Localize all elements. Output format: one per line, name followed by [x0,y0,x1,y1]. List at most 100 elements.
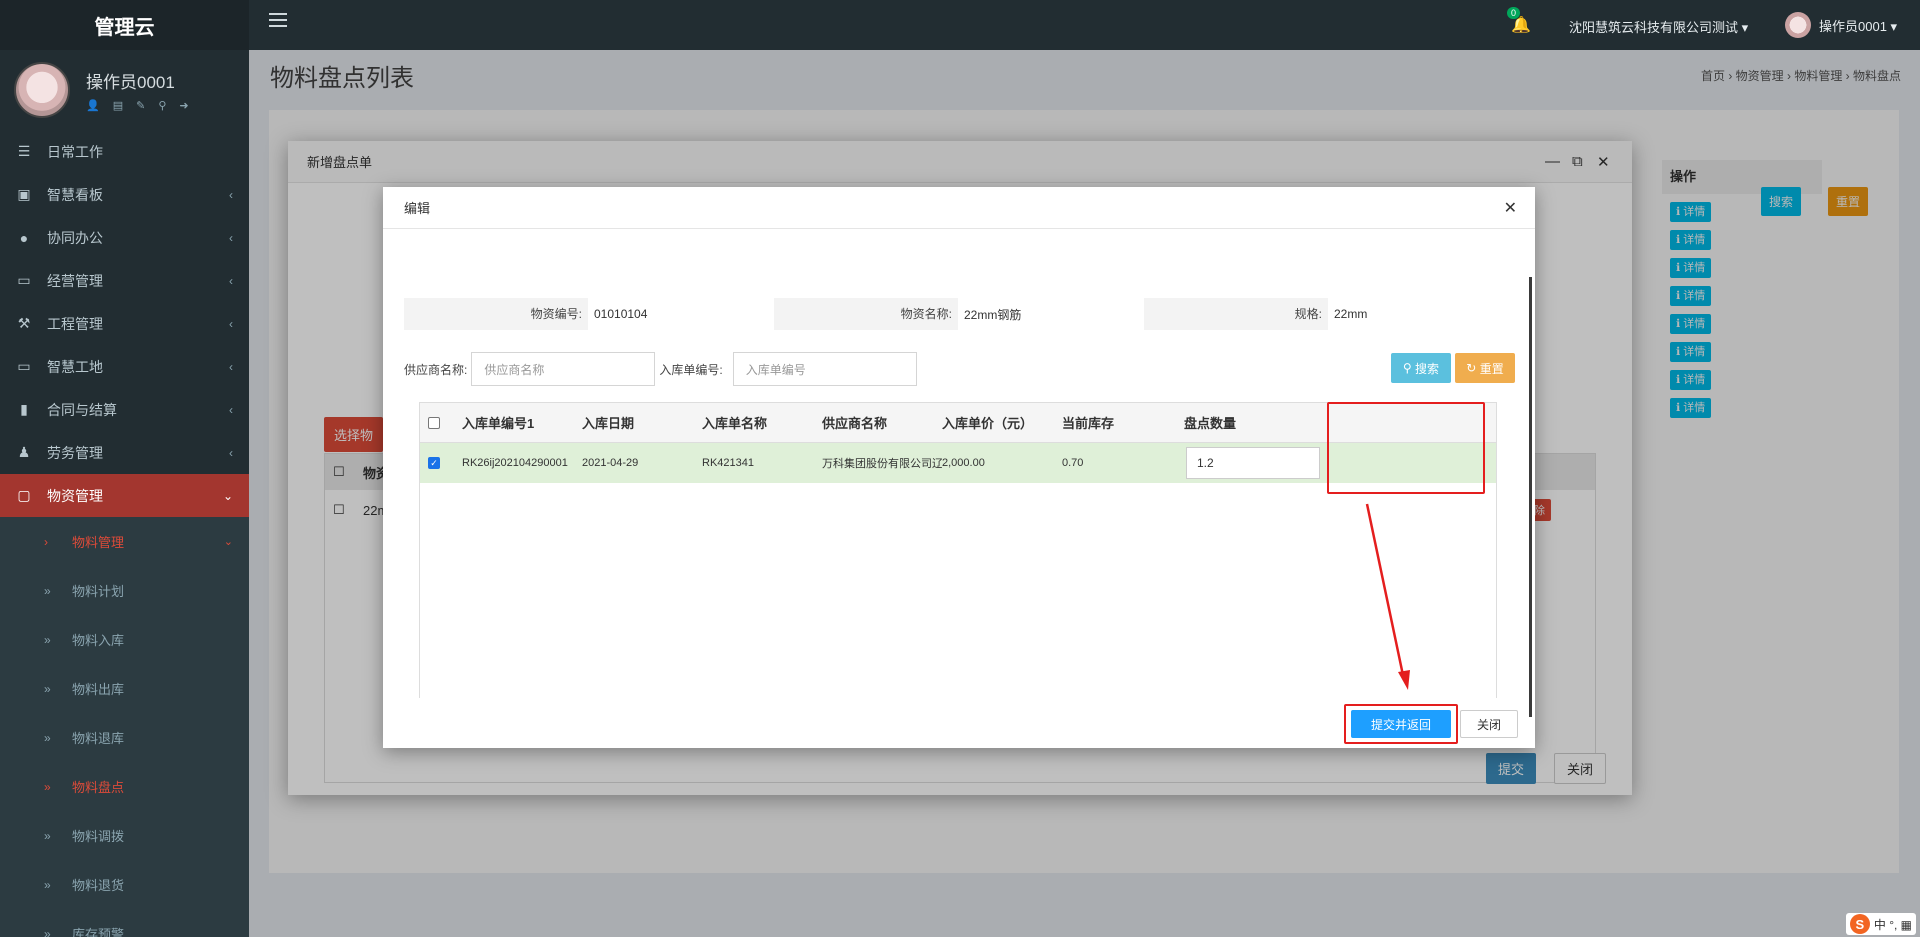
logout-icon[interactable]: ➜ [179,99,188,112]
chevron-left-icon: ‹ [229,230,233,245]
hammer-icon: ⚒ [17,315,31,331]
sidebar-subitem[interactable]: » 物料出库 [0,664,249,713]
user-icon[interactable]: 👤 [86,99,100,112]
col-header: 入库日期 [582,416,635,431]
sidebar-subitem[interactable]: » 物料入库 [0,615,249,664]
refresh-icon: ↻ [1466,361,1480,375]
company-dropdown[interactable]: 沈阳慧筑云科技有限公司测试 ▾ [1569,17,1748,36]
desktop-icon: ▭ [17,272,31,288]
edit-icon[interactable]: ✎ [136,99,145,112]
app-logo: 管理云 [0,0,249,50]
chevron-left-icon: ‹ [229,187,233,202]
col-header: 盘点数量 [1184,416,1237,431]
user-name: 操作员0001 [86,73,175,92]
receipt-label: 入库单编号: [659,362,723,377]
spec-row: 规格: 22mm [1144,298,1367,330]
material-name-label: 物资名称: [774,298,958,330]
chevron-down-icon: ⌄ [223,536,233,548]
supplier-input[interactable]: 供应商名称 [471,352,656,386]
user-panel: 操作员0001 👤 ▤ ✎ ⚲ ➜ [0,50,249,130]
file-icon: ▮ [20,401,28,417]
current-stock: 0.70 [1062,457,1084,469]
chevron-down-icon: ⌄ [222,488,233,503]
sidebar-item-engineering[interactable]: ⚒ 工程管理 ‹ [0,302,249,345]
double-chevron-icon: » [44,828,51,843]
sidebar-subitem[interactable]: » 物料计划 [0,566,249,615]
ime-logo-icon: S [1849,914,1870,934]
supplier-name: 万科集团股份有限公司辽宁 [822,458,942,470]
material-code-row: 物资编号: 01010104 [404,298,647,330]
col-header: 入库单名称 [702,416,768,431]
close-icon[interactable]: ✕ [1504,198,1517,218]
double-chevron-icon: » [44,681,51,696]
worker-icon: ♟ [17,444,31,460]
sidebar-item-contract[interactable]: ▮ 合同与结算 ‹ [0,388,249,431]
sidebar-item-daily-work[interactable]: ☰ 日常工作 [0,130,249,173]
desktop-icon: ▭ [17,358,31,374]
spec-label: 规格: [1144,298,1328,330]
double-chevron-icon: » [44,926,51,937]
reset-button[interactable]: ↻ 重置 [1455,353,1515,383]
sidebar-item-labor[interactable]: ♟ 劳务管理 ‹ [0,431,249,474]
sidebar-subitem[interactable]: » 库存预警 [0,909,249,937]
search-icon: ⚲ [1402,361,1416,375]
avatar [1785,12,1811,38]
sidebar-item-office[interactable]: ● 协同办公 ‹ [0,216,249,259]
bell-icon[interactable]: 🔔 [1511,15,1531,35]
material-code-value: 01010104 [594,307,648,321]
ime-toolbar[interactable]: S 中 °, ▦ [1845,913,1916,935]
col-header: 入库单价（元） [942,416,1034,431]
unit-price: 2,000.00 [942,457,985,469]
card-icon[interactable]: ▤ [113,99,123,112]
ime-status: 中 °, ▦ [1873,917,1912,932]
sidebar-item-dashboard[interactable]: ▣ 智慧看板 ‹ [0,173,249,216]
sidebar-subitem[interactable]: » 物料调拨 [0,811,249,860]
sidebar-item-business[interactable]: ▭ 经营管理 ‹ [0,259,249,302]
chevron-left-icon: ‹ [229,445,233,460]
sidebar-subitem-inventory-check[interactable]: » 物料盘点 [0,762,249,811]
spec-value: 22mm [1334,307,1368,321]
supplier-label: 供应商名称: [404,362,468,377]
chevron-left-icon: ‹ [229,316,233,331]
filter-row: 供应商名称: 供应商名称 入库单编号: 入库单编号 [404,352,917,386]
sidebar-subgroup-material-mgmt[interactable]: › 物料管理 ⌄ [0,517,249,566]
select-all-checkbox[interactable] [428,416,440,429]
sidebar-menu: ☰ 日常工作 ▣ 智慧看板 ‹ ● 协同办公 ‹ ▭ 经营管理 ‹ ⚒ 工程管理 ‹ ▭ 智慧工地 ‹… [0,130,249,517]
search-button[interactable]: ⚲ 搜索 [1391,353,1451,383]
receipt-name: RK421341 [702,457,754,469]
chevron-left-icon: ‹ [229,359,233,374]
sidebar-item-materials[interactable]: ▢ 物资管理 ⌄ [0,474,249,517]
dashboard-icon: ▣ [17,186,31,202]
sidebar-subitem[interactable]: » 物料退库 [0,713,249,762]
menu-toggle-icon[interactable] [269,13,287,27]
sidebar-item-smart-site[interactable]: ▭ 智慧工地 ‹ [0,345,249,388]
col-header: 供应商名称 [822,416,888,431]
sidebar: 管理云 操作员0001 👤 ▤ ✎ ⚲ ➜ ☰ 日常工作 ▣ 智慧看板 ‹ ● 协同办公… [0,0,249,937]
double-chevron-icon: » [44,779,51,794]
count-quantity-input[interactable]: 1.2 [1186,447,1320,479]
col-header: 入库单编号1 [462,416,535,431]
col-header: 当前库存 [1062,416,1115,431]
close-button[interactable]: 关闭 [1460,710,1518,738]
double-chevron-icon: » [44,877,51,892]
submit-highlight-box [1344,704,1458,744]
list-icon: ☰ [17,143,31,159]
top-navbar: 0 🔔 沈阳慧筑云科技有限公司测试 ▾ 操作员0001 ▾ [249,0,1920,50]
scrollbar[interactable] [1529,277,1532,717]
receipt-code: RK26ij202104290001 [462,457,568,469]
receipt-input[interactable]: 入库单编号 [732,352,917,386]
row-checkbox[interactable]: ✓ [428,457,440,469]
users-icon: ● [19,229,29,246]
submenu: › 物料管理 ⌄ » 物料计划 » 物料入库 » 物料出库 » 物料退库 » 物料盘点 » 物料… [0,517,249,937]
chevron-left-icon: ‹ [229,402,233,417]
qty-highlight-box [1327,402,1485,494]
operator-dropdown[interactable]: 操作员0001 ▾ [1785,12,1897,38]
material-name-value: 22mm钢筋 [964,307,1022,322]
double-chevron-icon: » [44,632,51,647]
cube-icon: ▢ [17,487,31,503]
sidebar-subitem[interactable]: » 物料退货 [0,860,249,909]
material-name-row: 物资名称: 22mm钢筋 [774,298,1021,330]
key-icon[interactable]: ⚲ [158,99,166,112]
chevron-left-icon: ‹ [229,273,233,288]
double-chevron-icon: » [44,583,51,598]
